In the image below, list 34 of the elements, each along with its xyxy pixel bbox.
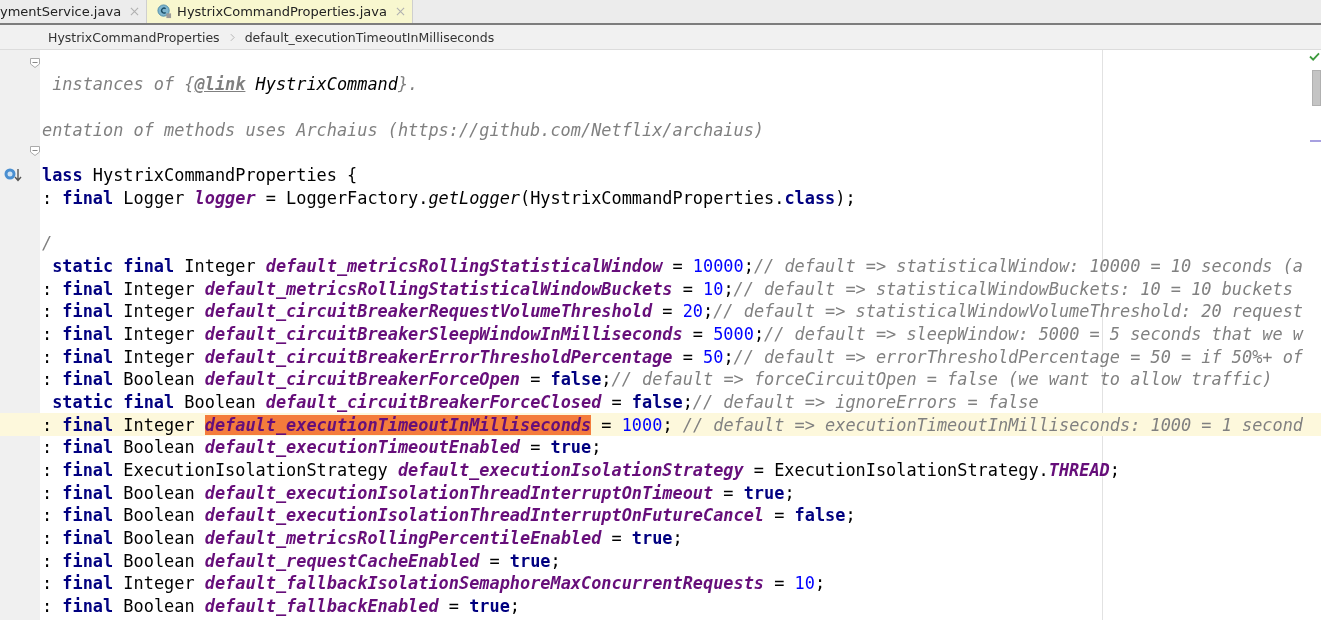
code-line: static final Boolean default_circuitBreakerForceClosed = false;// default => ignoreErrors = false — [51, 391, 1039, 412]
fold-marker-icon[interactable] — [30, 58, 40, 68]
code-line: : final Logger logger = LoggerFactory.getLogger(HystrixCommandProperties.class); — [42, 187, 856, 208]
code-line: : final Integer default_circuitBreakerSleepWindowInMilliseconds = 5000;// default => sleepWindow: 5000 = 5 seconds that we w — [42, 323, 1304, 344]
code-line: : final Integer default_circuitBreakerRequestVolumeThreshold = 20;// default => statisticalWindowVolumeThreshold: 20 request — [42, 301, 1303, 322]
code-line: : final Boolean default_fallbackEnabled = true; — [42, 596, 520, 617]
close-icon[interactable] — [396, 7, 405, 16]
implements-arrow-icon[interactable] — [4, 167, 22, 184]
code-line: static final Integer default_metricsRollingStatisticalWindow = 10000;// default => statisticalWindow: 10000 = 10 seconds (a — [51, 255, 1303, 276]
code-line: lass HystrixCommandProperties { — [42, 165, 358, 186]
code-line: : final Integer default_circuitBreakerErrorThresholdPercentage = 50;// default => errorThresholdPercentage = 50 = if 50%+ of — [42, 346, 1303, 367]
code-line: : final Integer default_fallbackIsolationSemaphoreMaxConcurrentRequests = 10; — [42, 573, 826, 594]
code-line: entation of methods uses Archaius (https://github.com/Netflix/archaius) — [42, 119, 764, 140]
code-line: : final ExecutionIsolationStrategy default_executionIsolationStrategy = ExecutionIsolationStrategy.THREAD; — [42, 460, 1120, 481]
code-line: : final Boolean default_requestCacheEnabled = true; — [42, 550, 561, 571]
code-line: instances of {@link HystrixCommand}. — [51, 74, 419, 95]
chevron-icon — [229, 32, 235, 42]
code-line: : final Integer default_metricsRollingStatisticalWindowBuckets = 10;// default => statisticalWindowBuckets: 10 = 10 buckets — [42, 278, 1293, 299]
breadcrumb-item[interactable]: HystrixCommandProperties — [48, 29, 220, 45]
close-icon[interactable] — [130, 7, 140, 16]
fold-marker-icon[interactable] — [30, 146, 40, 156]
code-line: / — [42, 233, 53, 254]
code-line: : final Boolean default_executionIsolationThreadInterruptOnTimeout = true; — [42, 482, 795, 503]
code-line: : final Boolean default_executionIsolationThreadInterruptOnFutureCancel = false; — [42, 505, 856, 526]
java-class-file-icon — [157, 4, 173, 19]
code-line: : final Boolean default_metricsRollingPercentileEnabled = true; — [42, 528, 683, 549]
checkmark-icon — [1309, 52, 1320, 61]
error-stripe-mark[interactable] — [1310, 140, 1321, 142]
file-tab[interactable]: HystrixCommandProperties.java — [147, 0, 413, 23]
scrollbar-thumb[interactable] — [1312, 70, 1321, 106]
code-line: : final Boolean default_circuitBreakerForceOpen = false;// default => forceCircuitOpen = false (we want to allow traffic) — [42, 369, 1273, 390]
code-line: : final Boolean default_executionTimeoutEnabled = true; — [42, 437, 602, 458]
breadcrumb-item[interactable]: default_executionTimeoutInMilliseconds — [244, 29, 495, 45]
code-line: : final Integer default_executionTimeoutInMilliseconds = 1000; // default => executionTimeoutInMilliseconds: 1000 = 1 second — [42, 414, 1304, 435]
